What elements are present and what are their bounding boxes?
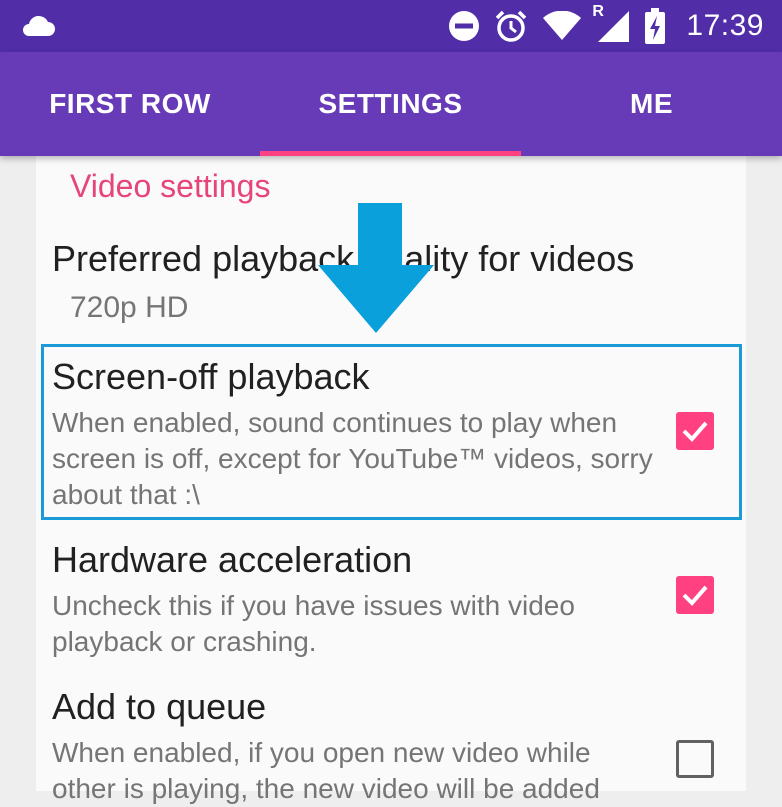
checkmark-icon <box>682 585 708 606</box>
battery-charging-icon <box>645 8 666 44</box>
preference-title: Hardware acceleration <box>52 539 413 580</box>
checkmark-icon <box>682 421 708 442</box>
alarm-icon <box>496 10 527 42</box>
screen-off-playback-checkbox[interactable] <box>676 412 714 450</box>
tab-label: FIRST ROW <box>49 88 211 119</box>
tab-indicator <box>260 151 521 156</box>
tab-me[interactable]: ME <box>521 52 782 156</box>
tab-settings[interactable]: SETTINGS <box>260 52 521 156</box>
preference-title: Add to queue <box>52 686 267 727</box>
preference-value: 720p HD <box>70 291 189 324</box>
preference-description: When enabled, if you open new video whil… <box>52 737 600 804</box>
preference-description: When enabled, sound continues to play wh… <box>52 407 653 510</box>
hardware-acceleration-checkbox[interactable] <box>676 576 714 614</box>
arrow-down-icon <box>318 203 434 333</box>
preference-title: Screen-off playback <box>52 356 370 397</box>
status-time: 17:39 <box>686 9 764 42</box>
cellular-signal-icon: R <box>592 3 630 43</box>
roaming-label: R <box>592 3 604 20</box>
tab-first-row[interactable]: FIRST ROW <box>0 52 260 156</box>
status-bar: R 17:39 <box>0 0 782 52</box>
tab-label: SETTINGS <box>318 88 463 119</box>
tab-bar: FIRST ROW SETTINGS ME <box>0 52 782 156</box>
tab-label: ME <box>630 88 673 119</box>
cloud-icon <box>23 15 55 36</box>
wifi-icon <box>543 11 582 40</box>
do-not-disturb-icon <box>449 11 480 41</box>
add-to-queue-checkbox[interactable] <box>676 740 714 778</box>
section-title-video-settings: Video settings <box>70 168 271 204</box>
preference-description: Uncheck this if you have issues with vid… <box>52 590 575 657</box>
